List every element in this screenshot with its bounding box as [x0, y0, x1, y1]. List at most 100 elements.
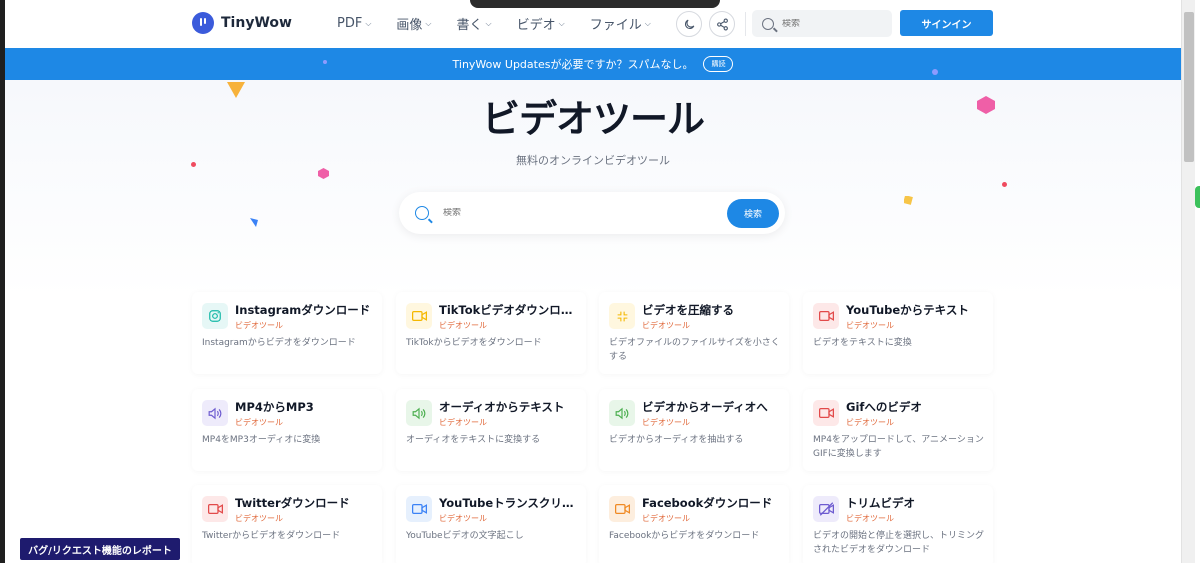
- logo-icon: [192, 12, 214, 34]
- tool-title: ビデオからオーディオへ: [642, 400, 768, 414]
- page-subtitle: 無料のオンラインビデオツール: [516, 154, 670, 167]
- tool-desc: ビデオをテキストに変換: [813, 338, 912, 348]
- nav-item-video[interactable]: ビデオ ⌵: [517, 14, 565, 33]
- divider: [745, 12, 746, 36]
- updates-banner: TinyWow Updatesが必要ですか？スパムなし。 購読: [5, 48, 1181, 80]
- tool-title: YouTubeからテキスト: [846, 303, 969, 317]
- tool-title: Gifへのビデオ: [846, 400, 922, 414]
- search-icon: [762, 17, 774, 30]
- tool-card-video-to-audio[interactable]: ビデオからオーディオへ ビデオツール ビデオからオーディオを抽出する: [599, 389, 789, 471]
- tool-title: MP4からMP3: [235, 400, 314, 414]
- tool-desc: MP4をMP3オーディオに変換: [202, 435, 321, 445]
- hero-section: ビデオツール 無料のオンラインビデオツール 検索: [5, 60, 1181, 563]
- tool-category: ビデオツール: [235, 321, 283, 330]
- tool-card-facebook-download[interactable]: Facebookダウンロード ビデオツール Facebookからビデオをダウンロ…: [599, 485, 789, 563]
- page-title: ビデオツール: [481, 97, 705, 141]
- video-camera-icon: [406, 303, 432, 329]
- tool-desc: YouTubeビデオの文字起こし: [406, 531, 524, 541]
- confetti-cube-icon: [977, 96, 995, 114]
- confetti-dot-icon: [1002, 182, 1007, 187]
- tool-category: ビデオツール: [846, 418, 894, 427]
- scrollbar-thumb[interactable]: [1184, 12, 1194, 162]
- moon-icon: [684, 19, 694, 29]
- confetti-triangle-icon: [227, 82, 245, 98]
- main-search-input[interactable]: [443, 208, 727, 218]
- tool-category: ビデオツール: [846, 321, 894, 330]
- dark-mode-toggle[interactable]: [676, 11, 702, 37]
- tool-category: ビデオツール: [439, 418, 487, 427]
- speaker-icon: [406, 400, 432, 426]
- nav-item-file[interactable]: ファイル ⌵: [590, 14, 651, 33]
- nav-item-pdf[interactable]: PDF ⌵: [337, 14, 371, 33]
- page-scrollbar[interactable]: [1181, 0, 1195, 563]
- chevron-down-icon: ⌵: [425, 18, 432, 28]
- main-search-button[interactable]: 検索: [727, 198, 779, 228]
- header-search-box[interactable]: [752, 10, 892, 37]
- tool-card-youtube-transcript[interactable]: YouTubeトランスクリプト ビデオツール YouTubeビデオの文字起こし: [396, 485, 586, 563]
- confetti-dot-icon: [323, 60, 327, 64]
- tool-category: ビデオツール: [439, 514, 487, 523]
- side-widget-tab[interactable]: [1195, 186, 1200, 208]
- tool-card-video-to-gif[interactable]: Gifへのビデオ ビデオツール MP4をアップロードして、アニメーションGIFに…: [803, 389, 993, 471]
- logo[interactable]: TinyWow: [192, 12, 292, 34]
- video-camera-icon: [813, 400, 839, 426]
- logo-text: TinyWow: [221, 15, 292, 31]
- signin-button[interactable]: サインイン: [900, 10, 993, 36]
- video-camera-icon: [609, 496, 635, 522]
- main-nav: PDF ⌵ 画像 ⌵ 書く ⌵ ビデオ ⌵ ファイル ⌵: [337, 14, 651, 33]
- tool-category: ビデオツール: [235, 418, 283, 427]
- subscribe-button[interactable]: 購読: [703, 56, 734, 72]
- share-button[interactable]: [709, 11, 735, 37]
- compress-icon: [609, 303, 635, 329]
- tool-category: ビデオツール: [642, 514, 690, 523]
- tool-card-mp4-to-mp3[interactable]: MP4からMP3 ビデオツール MP4をMP3オーディオに変換: [192, 389, 382, 471]
- confetti-triangle-icon: [250, 218, 258, 227]
- nav-item-image[interactable]: 画像 ⌵: [396, 14, 431, 33]
- tool-card-twitter-download[interactable]: Twitterダウンロード ビデオツール Twitterからビデオをダウンロード: [192, 485, 382, 563]
- share-icon: [716, 18, 728, 30]
- tool-card-audio-to-text[interactable]: オーディオからテキスト ビデオツール オーディオをテキストに変換する: [396, 389, 586, 471]
- confetti-square-icon: [904, 196, 913, 205]
- tool-title: ビデオを圧縮する: [642, 303, 734, 317]
- search-icon: [415, 206, 429, 220]
- speaker-icon: [202, 400, 228, 426]
- tool-desc: Twitterからビデオをダウンロード: [202, 531, 341, 541]
- tool-desc: ビデオの開始と停止を選択し、トリミングされたビデオをダウンロード: [813, 531, 985, 555]
- video-camera-icon: [813, 303, 839, 329]
- tool-card-instagram-download[interactable]: Instagramダウンロード ビデオツール Instagramからビデオをダウ…: [192, 292, 382, 374]
- bug-report-button[interactable]: バグ/リクエスト機能のレポート: [20, 538, 180, 560]
- chevron-down-icon: ⌵: [558, 18, 565, 28]
- tool-category: ビデオツール: [846, 514, 894, 523]
- tool-desc: Facebookからビデオをダウンロード: [609, 531, 760, 541]
- tool-desc: オーディオをテキストに変換する: [406, 435, 541, 445]
- chevron-down-icon: ⌵: [365, 18, 372, 28]
- tool-card-trim-video[interactable]: トリムビデオ ビデオツール ビデオの開始と停止を選択し、トリミングされたビデオを…: [803, 485, 993, 563]
- tool-title: オーディオからテキスト: [439, 400, 565, 414]
- video-camera-icon: [406, 496, 432, 522]
- tool-card-compress-video[interactable]: ビデオを圧縮する ビデオツール ビデオファイルのファイルサイズを小さくする: [599, 292, 789, 374]
- video-camera-icon: [202, 496, 228, 522]
- tool-desc: Instagramからビデオをダウンロード: [202, 338, 356, 348]
- tool-desc: MP4をアップロードして、アニメーションGIFに変換します: [813, 435, 984, 459]
- tool-category: ビデオツール: [642, 418, 690, 427]
- tool-title: トリムビデオ: [846, 496, 915, 510]
- main-search-box[interactable]: 検索: [399, 192, 785, 234]
- confetti-dot-icon: [191, 162, 196, 167]
- tool-desc: ビデオファイルのファイルサイズを小さくする: [609, 338, 780, 362]
- browser-overlay-bar: [470, 0, 720, 8]
- video-off-icon: [813, 496, 839, 522]
- window-frame: [0, 0, 5, 563]
- nav-item-write[interactable]: 書く ⌵: [457, 14, 492, 33]
- tool-card-youtube-to-text[interactable]: YouTubeからテキスト ビデオツール ビデオをテキストに変換: [803, 292, 993, 374]
- tool-title: YouTubeトランスクリプト: [439, 496, 579, 510]
- confetti-dot-icon: [932, 69, 938, 75]
- confetti-hex-icon: [318, 168, 329, 179]
- tool-category: ビデオツール: [439, 321, 487, 330]
- chevron-down-icon: ⌵: [485, 18, 492, 28]
- tool-card-tiktok-download[interactable]: TikTokビデオダウンロード ビデオツール TikTokからビデオをダウンロー…: [396, 292, 586, 374]
- header-search-input[interactable]: [782, 18, 872, 29]
- tool-title: Instagramダウンロード: [235, 303, 371, 317]
- tool-title: TikTokビデオダウンロード: [439, 303, 579, 317]
- tool-category: ビデオツール: [642, 321, 690, 330]
- instagram-icon: [202, 303, 228, 329]
